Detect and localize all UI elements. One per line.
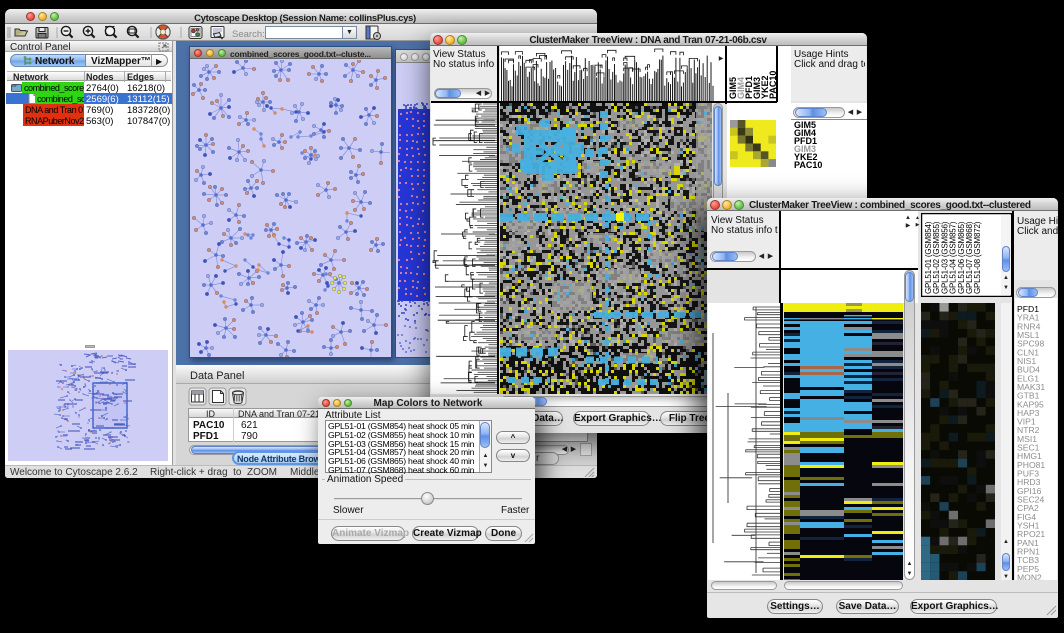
svg-text:GPL51-08 (GSM872): GPL51-08 (GSM872) — [973, 221, 982, 294]
svg-text:PAC10: PAC10 — [768, 71, 776, 99]
svg-text:MON2: MON2 — [1017, 573, 1042, 581]
